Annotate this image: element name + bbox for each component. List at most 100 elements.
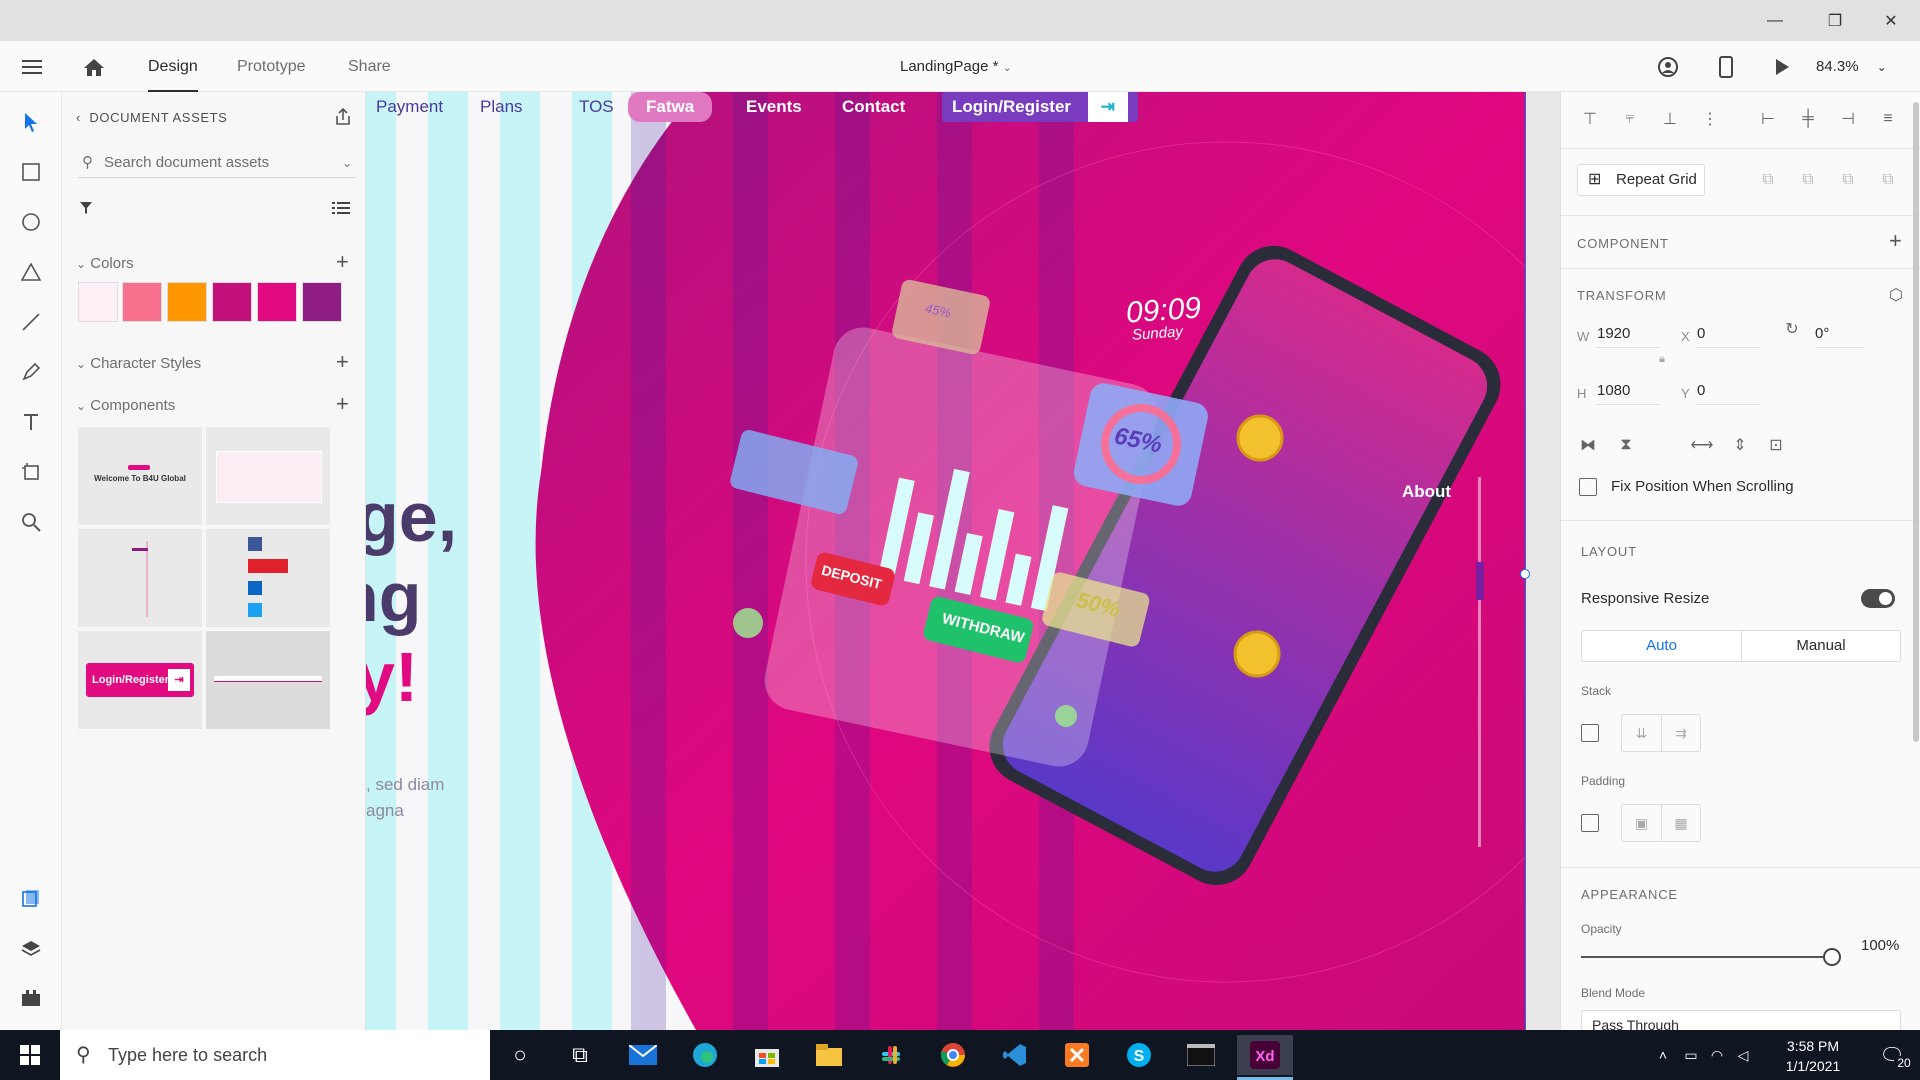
color-swatch[interactable] xyxy=(212,282,252,322)
volume-icon[interactable]: ◁ xyxy=(1730,1035,1756,1075)
nav-payment[interactable]: Payment xyxy=(376,92,443,122)
align-middle-icon[interactable]: ⫧ xyxy=(1615,104,1645,134)
about-link[interactable]: About xyxy=(1402,482,1451,502)
opacity-value[interactable]: 100% xyxy=(1861,937,1899,954)
select-tool-icon[interactable] xyxy=(15,106,47,138)
colors-section-header[interactable]: ⌄ Colors xyxy=(76,255,134,272)
responsive-resize-toggle[interactable] xyxy=(1861,589,1895,608)
nav-contact[interactable]: Contact xyxy=(842,92,905,122)
component-thumbnail[interactable]: Welcome To B4U Global xyxy=(78,427,202,525)
fix-position-checkbox[interactable] xyxy=(1579,478,1597,496)
restore-icon[interactable]: ❐ xyxy=(1812,0,1858,41)
align-right-icon[interactable]: ⊣ xyxy=(1833,104,1863,134)
component-thumbnail[interactable]: Login/Register ⇥ xyxy=(78,631,202,729)
component-thumbnail[interactable] xyxy=(206,427,330,525)
color-swatch[interactable] xyxy=(302,282,342,322)
distribute-horizontal-icon[interactable]: ≡ xyxy=(1873,104,1903,134)
opacity-slider-thumb[interactable] xyxy=(1823,948,1841,966)
zoom-tool-icon[interactable] xyxy=(15,506,47,538)
home-icon[interactable] xyxy=(80,54,108,80)
stack-horizontal-icon[interactable]: ⇉ xyxy=(1662,715,1700,751)
task-view-icon[interactable]: ⧉ xyxy=(554,1035,606,1075)
taskbar-search-box[interactable]: ⚲ Type here to search xyxy=(60,1030,490,1080)
flip-vertical-icon[interactable]: ⧗ xyxy=(1611,430,1641,460)
chevron-up-icon[interactable]: ˄ xyxy=(1650,1035,1676,1075)
boolean-intersect-icon[interactable]: ⧉ xyxy=(1833,165,1863,195)
tab-share[interactable]: Share xyxy=(348,41,391,92)
document-title[interactable]: LandingPage * ⌄ xyxy=(900,41,1012,92)
file-explorer-icon[interactable] xyxy=(803,1035,855,1075)
play-preview-icon[interactable] xyxy=(1768,53,1796,81)
opacity-slider-track[interactable] xyxy=(1581,956,1831,958)
add-color-icon[interactable]: + xyxy=(336,249,349,275)
taskbar-clock[interactable]: 3:58 PM 1/1/2021 xyxy=(1768,1036,1858,1076)
color-swatch[interactable] xyxy=(78,282,118,322)
cortana-icon[interactable]: ○ xyxy=(494,1035,546,1075)
hamburger-menu-icon[interactable] xyxy=(18,54,46,80)
chrome-icon[interactable] xyxy=(927,1035,979,1075)
line-tool-icon[interactable] xyxy=(15,306,47,338)
3d-transform-icon[interactable]: ⬡ xyxy=(1881,280,1911,310)
padding-uniform-icon[interactable]: ▣ xyxy=(1622,805,1662,841)
color-swatch[interactable] xyxy=(257,282,297,322)
repeat-grid-button[interactable]: ⊞ Repeat Grid xyxy=(1577,164,1705,196)
boolean-exclude-icon[interactable]: ⧉ xyxy=(1873,165,1903,195)
add-character-style-icon[interactable]: + xyxy=(336,349,349,375)
height-input[interactable]: 1080 xyxy=(1597,379,1659,405)
xampp-icon[interactable] xyxy=(1051,1035,1103,1075)
text-tool-icon[interactable] xyxy=(15,406,47,438)
slack-icon[interactable] xyxy=(865,1035,917,1075)
stack-checkbox[interactable] xyxy=(1581,724,1599,742)
zoom-level[interactable]: 84.3% ⌄ xyxy=(1816,41,1887,92)
y-input[interactable]: 0 xyxy=(1697,379,1759,405)
filter-icon[interactable] xyxy=(76,198,96,218)
layers-panel-icon[interactable] xyxy=(15,932,47,964)
plugins-panel-icon[interactable] xyxy=(15,982,47,1014)
nav-tos[interactable]: TOS xyxy=(579,92,614,122)
account-icon[interactable] xyxy=(1654,53,1682,81)
resize-handle[interactable] xyxy=(1520,569,1530,579)
edge-icon[interactable] xyxy=(679,1035,731,1075)
skype-icon[interactable]: S xyxy=(1113,1035,1165,1075)
nav-events[interactable]: Events xyxy=(746,92,802,122)
share-export-icon[interactable] xyxy=(330,104,356,130)
blend-mode-select[interactable]: Pass Through xyxy=(1581,1010,1901,1030)
adobe-xd-icon[interactable]: Xd xyxy=(1237,1035,1293,1075)
tab-design[interactable]: Design xyxy=(148,41,198,92)
mobile-preview-icon[interactable] xyxy=(1712,53,1740,81)
ellipse-tool-icon[interactable] xyxy=(15,206,47,238)
rectangle-tool-icon[interactable] xyxy=(15,156,47,188)
add-component-icon[interactable]: + xyxy=(336,391,349,417)
align-bottom-icon[interactable]: ⊥ xyxy=(1655,104,1685,134)
minimize-icon[interactable]: — xyxy=(1752,0,1798,41)
x-input[interactable]: 0 xyxy=(1697,322,1759,348)
component-thumbnail[interactable] xyxy=(206,631,330,729)
fit-content-icon[interactable]: ⊡ xyxy=(1761,430,1791,460)
component-thumbnail[interactable] xyxy=(78,529,202,627)
align-left-icon[interactable]: ⊢ xyxy=(1753,104,1783,134)
tab-prototype[interactable]: Prototype xyxy=(237,41,305,92)
design-canvas[interactable]: Payment Plans TOS Fatwa Events Contact L… xyxy=(366,92,1560,1030)
stack-vertical-icon[interactable]: ⇊ xyxy=(1622,715,1662,751)
mail-icon[interactable] xyxy=(617,1035,669,1075)
nav-login-register[interactable]: Login/Register ⇥ xyxy=(942,92,1138,122)
polygon-tool-icon[interactable] xyxy=(15,256,47,288)
panel-scrollbar[interactable] xyxy=(1913,102,1919,742)
resize-height-icon[interactable]: ⇕ xyxy=(1725,430,1755,460)
assets-header[interactable]: ‹ DOCUMENT ASSETS xyxy=(76,110,227,125)
nav-fatwa[interactable]: Fatwa xyxy=(628,92,713,122)
manual-mode-button[interactable]: Manual xyxy=(1742,631,1900,661)
pen-tool-icon[interactable] xyxy=(15,356,47,388)
color-swatch[interactable] xyxy=(167,282,207,322)
add-component-icon[interactable]: + xyxy=(1889,228,1902,254)
padding-checkbox[interactable] xyxy=(1581,814,1599,832)
padding-individual-icon[interactable]: ▦ xyxy=(1662,805,1700,841)
windows-start-icon[interactable] xyxy=(4,1035,56,1075)
boolean-add-icon[interactable]: ⧉ xyxy=(1753,165,1783,195)
artboard-tool-icon[interactable] xyxy=(15,456,47,488)
rotation-input[interactable]: 0° xyxy=(1815,322,1865,348)
lock-aspect-icon[interactable]: 🔒︎ xyxy=(1647,344,1677,374)
vscode-icon[interactable] xyxy=(989,1035,1041,1075)
terminal-icon[interactable] xyxy=(1175,1035,1227,1075)
nav-plans[interactable]: Plans xyxy=(480,92,523,122)
